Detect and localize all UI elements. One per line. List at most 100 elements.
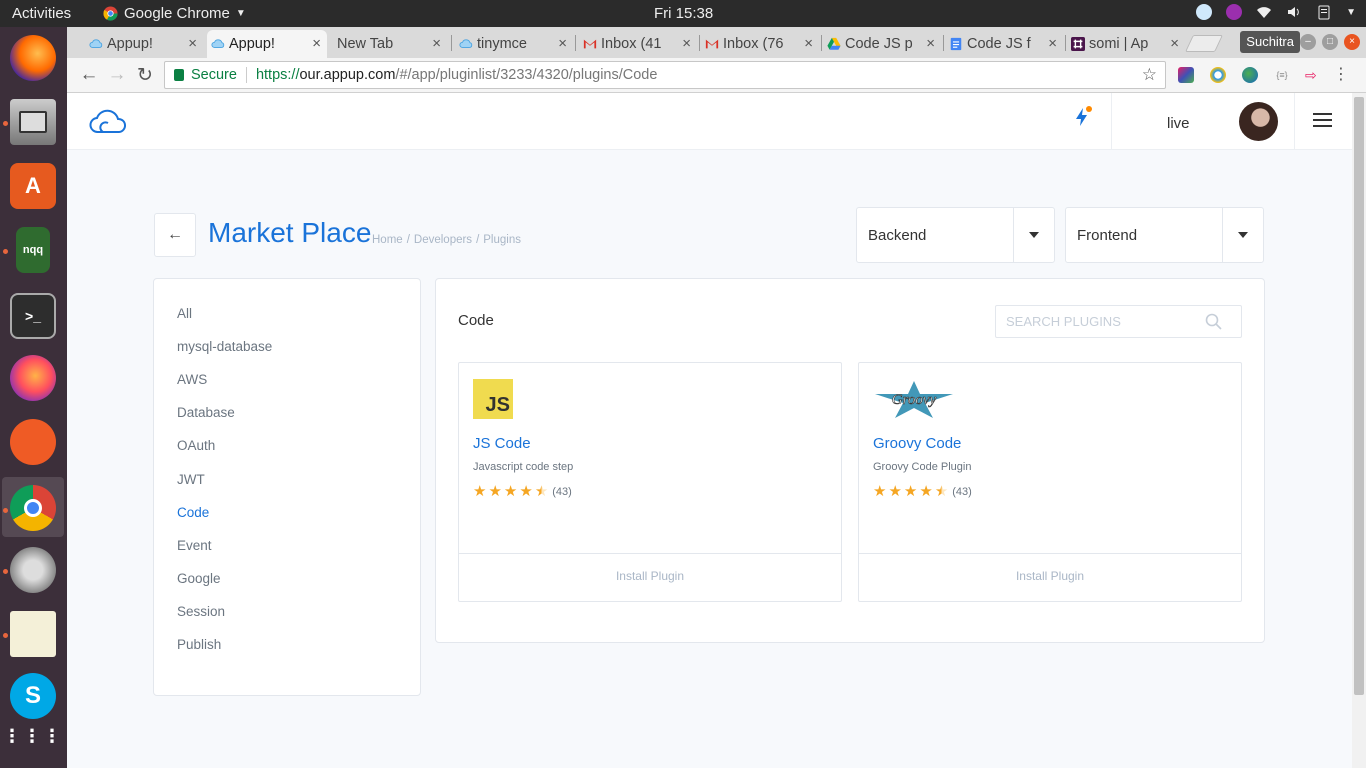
browser-tab[interactable]: Inbox (76 ×	[701, 30, 819, 58]
browser-tab[interactable]: New Tab ×	[331, 30, 447, 58]
plugin-card-js-code[interactable]: JS JS Code Javascript code step ★ ★ ★ ★ …	[458, 362, 842, 602]
browser-tab[interactable]: Code JS p ×	[823, 30, 941, 58]
browser-tab[interactable]: somi | Ap ×	[1067, 30, 1185, 58]
firefox-dev-tray-icon[interactable]	[1226, 4, 1243, 20]
software-center-launcher-icon[interactable]: A	[10, 163, 56, 209]
breadcrumb-developers[interactable]: Developers	[414, 234, 472, 246]
tab-label: Code JS p	[845, 36, 913, 52]
avatar[interactable]	[1239, 102, 1278, 141]
files-launcher-icon[interactable]	[10, 99, 56, 145]
tinymce-cloud-favicon	[459, 39, 473, 48]
close-tab-icon[interactable]: ×	[1048, 35, 1057, 52]
install-plugin-button[interactable]: Install Plugin	[859, 553, 1241, 601]
category-event[interactable]: Event	[177, 538, 212, 553]
hamburger-menu-icon[interactable]	[1313, 113, 1332, 127]
text-editor-launcher-icon[interactable]	[10, 611, 56, 657]
app-menu-label: Google Chrome	[124, 5, 230, 22]
breadcrumb-separator: /	[476, 234, 480, 246]
category-aws[interactable]: AWS	[177, 372, 207, 387]
environment-label[interactable]: live	[1167, 115, 1190, 132]
rating-count: (43)	[552, 485, 572, 498]
extension-json-icon[interactable]: {≡}	[1274, 67, 1290, 83]
browser-tab[interactable]: Inbox (41 ×	[579, 30, 697, 58]
scrollbar-thumb[interactable]	[1354, 97, 1364, 695]
browser-tab-active[interactable]: Appup! ×	[207, 30, 327, 58]
backend-dropdown[interactable]: Backend	[856, 207, 1055, 263]
close-tab-icon[interactable]: ×	[432, 35, 441, 52]
category-session[interactable]: Session	[177, 604, 225, 619]
terminal-launcher-icon[interactable]: >_	[10, 293, 56, 339]
appup-cloud-logo[interactable]	[89, 109, 127, 135]
address-bar[interactable]: Secure https:// our.appup.com /#/app/plu…	[164, 61, 1166, 89]
close-tab-icon[interactable]: ×	[1170, 35, 1179, 52]
frontend-dropdown[interactable]: Frontend	[1065, 207, 1264, 263]
js-logo-text: JS	[485, 394, 510, 416]
app-header: live	[67, 93, 1352, 150]
category-database[interactable]: Database	[177, 405, 235, 420]
browser-tab[interactable]: tinymce ×	[455, 30, 573, 58]
tab-label: Appup!	[107, 36, 153, 52]
plugin-description: Javascript code step	[473, 461, 574, 473]
new-tab-button[interactable]	[1185, 35, 1223, 52]
show-applications-icon[interactable]: ⋮⋮⋮	[3, 713, 61, 759]
reload-icon[interactable]: ↻	[133, 64, 157, 87]
extension-refresh-icon[interactable]	[1210, 67, 1226, 83]
close-tab-icon[interactable]: ×	[682, 35, 691, 52]
browser-tab-strip: Appup! × Appup! × New Tab × tinymce × In…	[67, 27, 1366, 58]
forward-arrow-icon[interactable]: →	[105, 64, 129, 86]
extension-globe-icon[interactable]	[1242, 67, 1258, 83]
panel-title: Code	[458, 312, 494, 329]
system-menu-caret-icon[interactable]: ▼	[1346, 7, 1356, 18]
profile-button[interactable]: Suchitra	[1240, 31, 1300, 53]
firefox-developer-launcher-icon[interactable]	[10, 355, 56, 401]
plugin-name[interactable]: Groovy Code	[873, 435, 961, 452]
category-jwt[interactable]: JWT	[177, 472, 205, 487]
star-icon: ★	[919, 483, 933, 500]
back-button[interactable]: ←	[154, 213, 196, 257]
backend-dropdown-label: Backend	[868, 227, 927, 244]
minimize-window-icon[interactable]: –	[1300, 34, 1316, 50]
system-settings-launcher-icon[interactable]	[10, 547, 56, 593]
chrome-menu-icon[interactable]: ⋮	[1333, 67, 1349, 83]
groovy-logo-text: Groovy	[892, 392, 937, 408]
plugin-card-groovy-code[interactable]: Groovy Groovy Code Groovy Code Plugin ★ …	[858, 362, 1242, 602]
extension-pink-arrow-icon[interactable]: ⇨	[1305, 67, 1321, 83]
maximize-window-icon[interactable]: □	[1322, 34, 1338, 50]
install-plugin-button[interactable]: Install Plugin	[459, 553, 841, 601]
google-drive-favicon	[827, 37, 841, 50]
app-menu[interactable]: Google Chrome ▼	[103, 5, 246, 22]
skype-tray-icon[interactable]	[1196, 4, 1213, 20]
close-tab-icon[interactable]: ×	[926, 35, 935, 52]
category-all[interactable]: All	[177, 306, 192, 321]
browser-tab[interactable]: Code JS f ×	[945, 30, 1063, 58]
close-tab-icon[interactable]: ×	[558, 35, 567, 52]
wifi-icon[interactable]	[1256, 4, 1272, 20]
page-scrollbar[interactable]	[1352, 93, 1366, 768]
category-mysql-database[interactable]: mysql-database	[177, 339, 272, 354]
firefox-launcher-icon[interactable]	[10, 35, 56, 81]
postman-launcher-icon[interactable]	[10, 419, 56, 465]
category-oauth[interactable]: OAuth	[177, 438, 215, 453]
volume-icon[interactable]	[1286, 4, 1302, 20]
category-code[interactable]: Code	[177, 505, 209, 520]
search-icon[interactable]	[1205, 313, 1222, 330]
system-tray[interactable]: ▼	[1196, 4, 1356, 20]
close-tab-icon[interactable]: ×	[804, 35, 813, 52]
chrome-launcher-icon[interactable]	[10, 485, 56, 531]
category-publish[interactable]: Publish	[177, 637, 221, 652]
bookmark-star-icon[interactable]: ☆	[1142, 65, 1157, 85]
extension-colorful-icon[interactable]	[1178, 67, 1194, 83]
clock[interactable]: Fri 15:38	[654, 5, 713, 22]
close-window-icon[interactable]: ×	[1344, 34, 1360, 50]
back-arrow-icon[interactable]: ←	[77, 64, 101, 86]
nqq-launcher-icon[interactable]: nqq	[16, 227, 50, 273]
close-tab-icon[interactable]: ×	[312, 35, 321, 52]
plugin-name[interactable]: JS Code	[473, 435, 531, 452]
tab-label: tinymce	[477, 36, 527, 52]
close-tab-icon[interactable]: ×	[188, 35, 197, 52]
browser-tab[interactable]: Appup! ×	[85, 30, 203, 58]
breadcrumb-home[interactable]: Home	[372, 234, 403, 246]
clipboard-icon[interactable]	[1316, 4, 1332, 20]
activities-button[interactable]: Activities	[0, 5, 95, 22]
category-google[interactable]: Google	[177, 571, 221, 586]
